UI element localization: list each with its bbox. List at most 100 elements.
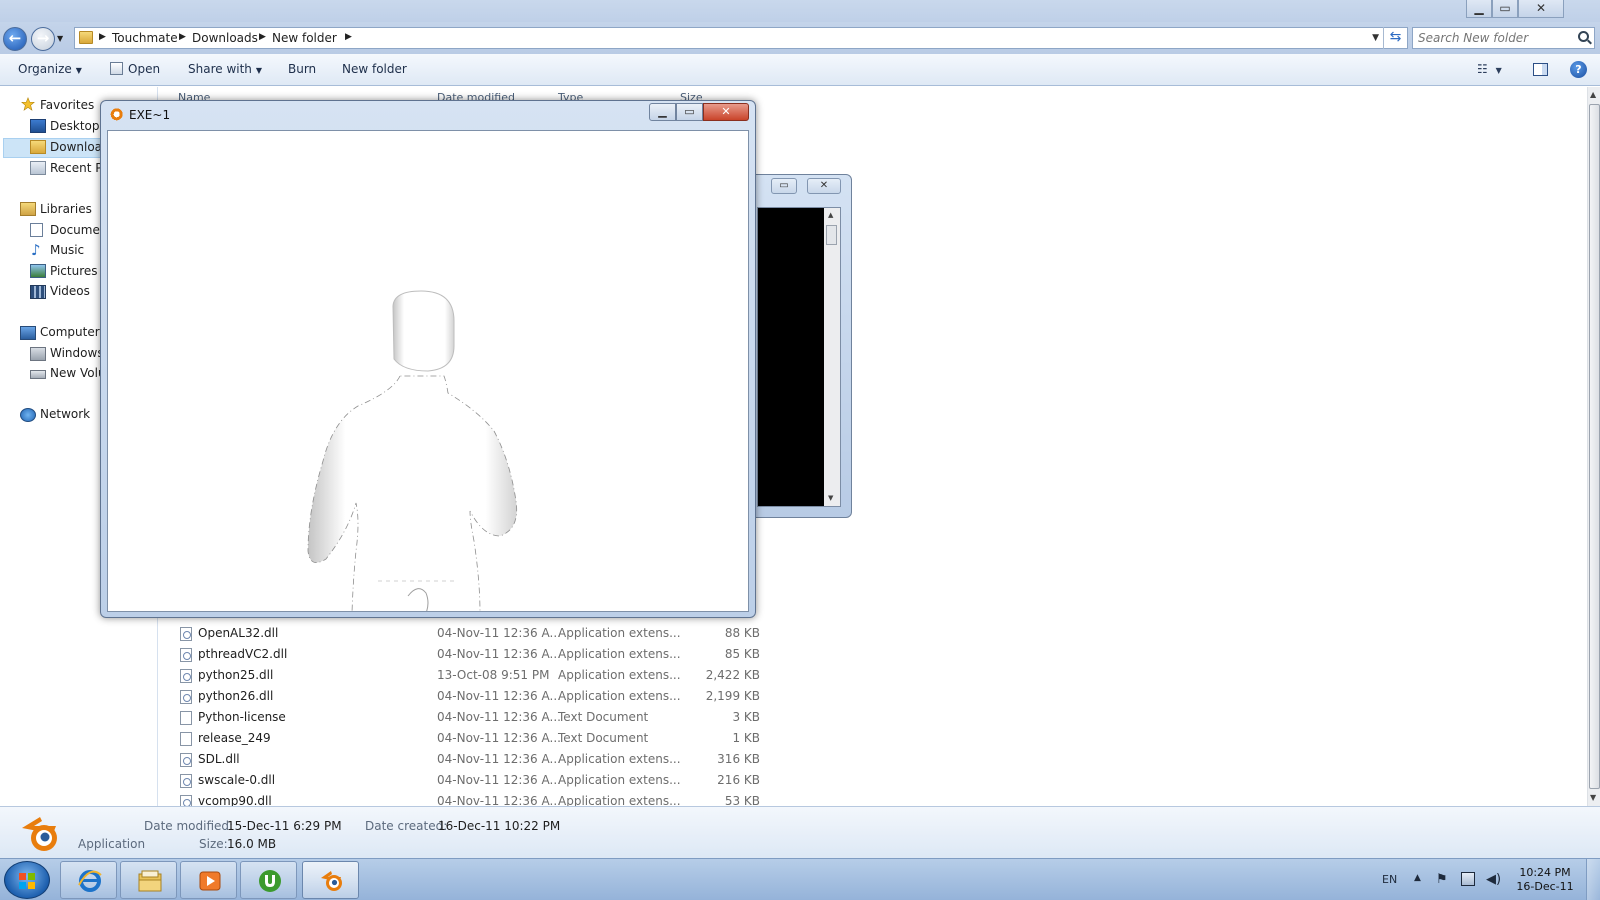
caret-down-icon: ▼ (1495, 66, 1502, 75)
internet-explorer-icon (78, 870, 102, 892)
view-list-icon: ☷ (1477, 62, 1488, 76)
console-scrollbar[interactable]: ▲ ▼ (824, 208, 840, 506)
taskbar-blender[interactable] (302, 861, 359, 899)
file-size: 2,199 KB (705, 689, 760, 703)
search-input[interactable] (1418, 30, 1568, 46)
help-button[interactable]: ? (1570, 61, 1587, 78)
share-with-button[interactable]: Share with ▼ (188, 62, 262, 76)
nav-videos[interactable]: Videos (50, 284, 90, 298)
table-row[interactable]: swscale-0.dll 04-Nov-11 12:36 A... Appli… (160, 770, 760, 791)
taskbar-internet-explorer[interactable] (60, 861, 117, 899)
console-maximize-button[interactable]: ▭ (771, 178, 797, 194)
taskbar-windows-explorer[interactable] (120, 861, 177, 899)
new-folder-button[interactable]: New folder (342, 62, 407, 76)
console-scroll-thumb[interactable] (826, 225, 837, 245)
table-row[interactable]: OpenAL32.dll 04-Nov-11 12:36 A... Applic… (160, 623, 760, 644)
console-window[interactable]: ▭ ✕ ▲ ▼ (740, 174, 852, 518)
table-row[interactable]: SDL.dll 04-Nov-11 12:36 A... Application… (160, 749, 760, 770)
file-name: pthreadVC2.dll (198, 647, 288, 661)
documents-icon (30, 223, 43, 237)
table-row[interactable]: pthreadVC2.dll 04-Nov-11 12:36 A... Appl… (160, 644, 760, 665)
open-button[interactable]: Open (110, 62, 160, 76)
file-size: 216 KB (717, 773, 760, 787)
nav-desktop[interactable]: Desktop (50, 119, 100, 133)
taskbar-utorrent[interactable] (240, 861, 297, 899)
action-center-flag-icon[interactable]: ⚑ (1436, 872, 1450, 887)
file-name: SDL.dll (198, 752, 240, 766)
table-row[interactable]: vcomp90.dll 04-Nov-11 12:36 A... Applica… (160, 791, 760, 806)
taskbar-media-player[interactable] (180, 861, 237, 899)
file-date: 04-Nov-11 12:36 A... (437, 689, 561, 703)
file-list-scrollbar[interactable]: ▲ ▼ (1587, 87, 1600, 806)
file-type: Application extens... (558, 794, 681, 806)
blender-close-button[interactable]: ✕ (703, 103, 749, 121)
file-size: 53 KB (724, 794, 760, 806)
file-name: Python-license (198, 710, 286, 724)
blender-window[interactable]: EXE~1 ▁ ▭ ✕ (100, 100, 756, 618)
explorer-minimize-button[interactable]: ▁ (1466, 0, 1492, 18)
blender-minimize-button[interactable]: ▁ (649, 103, 676, 121)
show-hidden-icons-button[interactable]: ▲ (1414, 873, 1421, 883)
scroll-down-icon[interactable]: ▼ (828, 494, 833, 502)
file-size: 1 KB (732, 731, 760, 745)
desktop-icon (30, 119, 46, 133)
nav-computer[interactable]: Computer (40, 325, 100, 339)
nav-pictures[interactable]: Pictures (50, 264, 98, 278)
recent-pages-dropdown[interactable]: ▼ (57, 34, 63, 43)
table-row[interactable]: release_249 04-Nov-11 12:36 A... Text Do… (160, 728, 760, 749)
system-clock[interactable]: 10:24 PM 16-Dec-11 (1500, 866, 1590, 894)
nav-favorites[interactable]: Favorites (40, 98, 94, 112)
file-type: Application extens... (558, 647, 681, 661)
breadcrumb-new-folder[interactable]: New folder (272, 31, 337, 45)
file-size: 3 KB (732, 710, 760, 724)
console-close-button[interactable]: ✕ (807, 178, 841, 194)
explorer-maximize-button[interactable]: ▭ (1492, 0, 1518, 18)
address-path-box[interactable]: ▶ Touchmate ▶ Downloads ▶ New folder ▶ ▼… (74, 27, 1408, 49)
organize-button[interactable]: Organize ▼ (18, 62, 82, 76)
table-row[interactable]: Python-license 04-Nov-11 12:36 A... Text… (160, 707, 760, 728)
table-row[interactable]: python25.dll 13-Oct-08 9:51 PM Applicati… (160, 665, 760, 686)
pictures-icon (30, 264, 46, 278)
breadcrumb-downloads[interactable]: Downloads (192, 31, 258, 45)
console-output: ▲ ▼ (757, 207, 841, 507)
nav-music[interactable]: Music (50, 243, 84, 257)
scroll-down-icon[interactable]: ▼ (1590, 793, 1596, 802)
blender-maximize-button[interactable]: ▭ (676, 103, 703, 121)
change-view-button[interactable]: ☷ ▼ (1477, 62, 1502, 76)
back-button[interactable]: ← (3, 27, 27, 51)
file-name: release_249 (198, 731, 271, 745)
breadcrumb-touchmate[interactable]: Touchmate (112, 31, 178, 45)
scrollbar-thumb[interactable] (1589, 104, 1600, 789)
file-name: swscale-0.dll (198, 773, 276, 787)
nav-network[interactable]: Network (40, 407, 90, 421)
computer-icon (20, 326, 36, 340)
network-status-icon[interactable] (1461, 872, 1475, 886)
blender-3d-viewport[interactable] (107, 130, 749, 612)
details-pane: Application Date modified: 15-Dec-11 6:2… (0, 806, 1600, 858)
search-icon[interactable] (1578, 31, 1589, 42)
burn-button[interactable]: Burn (288, 62, 316, 76)
address-dropdown-button[interactable]: ▼ (1372, 33, 1379, 43)
table-row[interactable]: python26.dll 04-Nov-11 12:36 A... Applic… (160, 686, 760, 707)
dll-file-icon (180, 774, 192, 788)
show-desktop-button[interactable] (1586, 859, 1600, 900)
file-date: 04-Nov-11 12:36 A... (437, 794, 561, 806)
forward-button[interactable]: → (31, 27, 55, 51)
chevron-right-icon[interactable]: ▶ (345, 32, 352, 42)
dll-file-icon (180, 690, 192, 704)
chevron-right-icon[interactable]: ▶ (99, 32, 106, 42)
utorrent-icon (259, 870, 281, 892)
recent-places-icon (30, 161, 46, 175)
nav-libraries[interactable]: Libraries (40, 202, 92, 216)
start-button[interactable] (4, 861, 50, 899)
language-indicator[interactable]: EN (1382, 873, 1397, 886)
scroll-up-icon[interactable]: ▲ (1590, 90, 1596, 99)
scroll-up-icon[interactable]: ▲ (828, 211, 833, 219)
chevron-right-icon[interactable]: ▶ (259, 32, 266, 42)
preview-pane-button[interactable] (1533, 63, 1548, 76)
refresh-button[interactable]: ⇆ (1383, 27, 1407, 49)
volume-icon[interactable]: ◀) (1486, 872, 1501, 887)
downloads-folder-icon (30, 140, 46, 154)
explorer-close-button[interactable]: ✕ (1518, 0, 1564, 18)
chevron-right-icon[interactable]: ▶ (179, 32, 186, 42)
